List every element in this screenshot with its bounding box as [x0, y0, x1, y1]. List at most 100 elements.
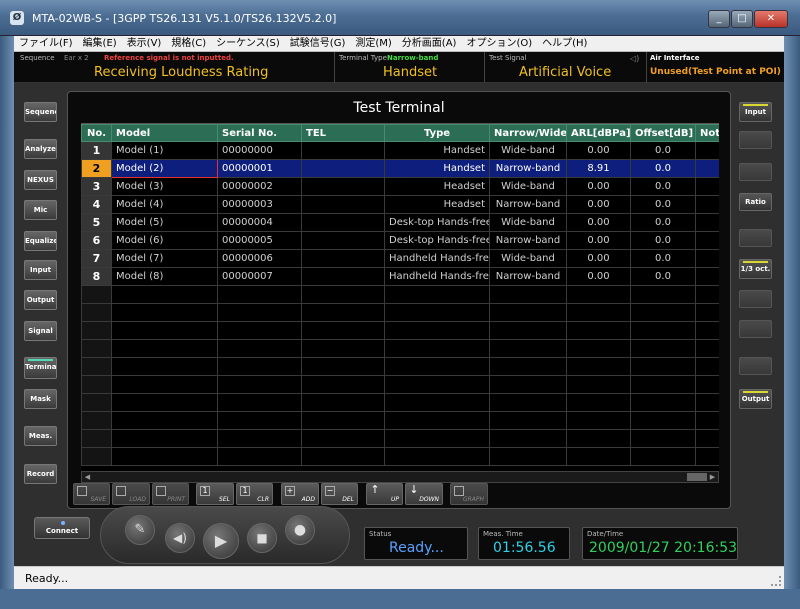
- cell-model[interactable]: Model (3): [111, 177, 218, 196]
- cell-offset[interactable]: 0.0: [630, 231, 696, 250]
- cell-arl[interactable]: 8.91: [566, 159, 631, 178]
- cell-type[interactable]: Handheld Hands-free: [384, 249, 490, 268]
- nav-mask-button[interactable]: Mask: [24, 389, 57, 409]
- nav-output-button[interactable]: Output: [24, 290, 57, 310]
- col-header-serial[interactable]: Serial No.: [217, 124, 302, 142]
- ratio-button[interactable]: Ratio: [739, 193, 772, 211]
- cell-model[interactable]: Model (4): [111, 195, 218, 214]
- cell-band[interactable]: Narrow-band: [489, 267, 567, 286]
- cell-band[interactable]: Wide-band: [489, 141, 567, 160]
- cell-band[interactable]: Narrow-band: [489, 159, 567, 178]
- cell-no[interactable]: 5: [81, 213, 112, 232]
- up-button[interactable]: ↑ UP: [366, 483, 403, 505]
- scroll-thumb[interactable]: [687, 473, 707, 481]
- cell-tel[interactable]: [301, 177, 385, 196]
- cell-serial[interactable]: 00000005: [217, 231, 302, 250]
- table-row[interactable]: 2 Model (2) 00000001 Handset Narrow-band 8.91…: [81, 159, 719, 178]
- menu-options[interactable]: オプション(O): [461, 36, 537, 52]
- save-button[interactable]: SAVE: [73, 483, 110, 505]
- cell-model[interactable]: Model (1): [111, 141, 218, 160]
- cell-serial[interactable]: 00000004: [217, 213, 302, 232]
- menu-analysis[interactable]: 分析画面(A): [397, 36, 462, 52]
- cell-arl[interactable]: 0.00: [566, 141, 631, 160]
- stop-icon[interactable]: ■: [247, 523, 277, 553]
- cell-arl[interactable]: 0.00: [566, 249, 631, 268]
- cell-serial[interactable]: 00000007: [217, 267, 302, 286]
- menu-standard[interactable]: 規格(C): [166, 36, 211, 52]
- cell-model[interactable]: Model (2): [111, 159, 218, 178]
- cell-note[interactable]: [695, 177, 719, 196]
- cell-note[interactable]: [695, 213, 719, 232]
- table-row[interactable]: 1 Model (1) 00000000 Handset Wide-band 0.00 0.…: [81, 141, 719, 160]
- table-row[interactable]: 3 Model (3) 00000002 Headset Wide-band 0.00 0.…: [81, 177, 719, 196]
- nav-equalizer-button[interactable]: Equalizer: [24, 231, 57, 251]
- cell-model[interactable]: Model (6): [111, 231, 218, 250]
- menu-sequence[interactable]: シーケンス(S): [211, 36, 285, 52]
- cell-serial[interactable]: 00000003: [217, 195, 302, 214]
- cell-note[interactable]: [695, 267, 719, 286]
- select-button[interactable]: 1 SEL: [196, 483, 234, 505]
- cell-band[interactable]: Wide-band: [489, 249, 567, 268]
- close-button[interactable]: ✕: [754, 10, 788, 28]
- third-octave-button[interactable]: 1/3 oct.: [739, 259, 772, 279]
- add-button[interactable]: + ADD: [281, 483, 319, 505]
- cell-no[interactable]: 2: [81, 159, 112, 178]
- nav-signal-button[interactable]: Signal: [24, 321, 57, 341]
- menu-help[interactable]: ヘルプ(H): [537, 36, 592, 52]
- cell-offset[interactable]: 0.0: [630, 249, 696, 268]
- right-slot-5-button[interactable]: [739, 320, 772, 338]
- cell-type[interactable]: Desk-top Hands-free: [384, 213, 490, 232]
- menu-test-signal[interactable]: 試験信号(G): [285, 36, 351, 52]
- col-header-no[interactable]: No.: [81, 124, 112, 142]
- minimize-button[interactable]: _: [708, 10, 730, 28]
- cell-note[interactable]: [695, 141, 719, 160]
- cell-type[interactable]: Handset: [384, 141, 490, 160]
- nav-input-button[interactable]: Input: [24, 260, 57, 280]
- cell-type[interactable]: Handset: [384, 159, 490, 178]
- table-row[interactable]: 8 Model (8) 00000007 Handheld Hands-free Nar…: [81, 267, 719, 286]
- nav-record-button[interactable]: Record: [24, 464, 57, 484]
- table-row[interactable]: 7 Model (7) 00000006 Handheld Hands-free Wid…: [81, 249, 719, 268]
- connect-button[interactable]: Connect: [34, 517, 90, 539]
- cell-tel[interactable]: [301, 141, 385, 160]
- cell-serial[interactable]: 00000001: [217, 159, 302, 178]
- load-button[interactable]: LOAD: [112, 483, 150, 505]
- menu-edit[interactable]: 編集(E): [78, 36, 122, 52]
- cell-arl[interactable]: 0.00: [566, 267, 631, 286]
- maximize-button[interactable]: □: [731, 10, 753, 28]
- nav-mic-button[interactable]: Mic: [24, 200, 57, 220]
- cell-type[interactable]: Headset: [384, 195, 490, 214]
- cell-arl[interactable]: 0.00: [566, 231, 631, 250]
- cell-arl[interactable]: 0.00: [566, 213, 631, 232]
- output-b-button[interactable]: Output B: [739, 389, 772, 409]
- cell-type[interactable]: Desk-top Hands-free: [384, 231, 490, 250]
- cell-model[interactable]: Model (5): [111, 213, 218, 232]
- nav-nexus-button[interactable]: NEXUS: [24, 170, 57, 190]
- col-header-tel[interactable]: TEL: [301, 124, 385, 142]
- right-slot-3-button[interactable]: [739, 229, 772, 247]
- microphone-icon[interactable]: ✎: [125, 515, 155, 545]
- table-row[interactable]: 6 Model (6) 00000005 Desk-top Hands-free Nar…: [81, 231, 719, 250]
- cell-band[interactable]: Wide-band: [489, 213, 567, 232]
- cell-tel[interactable]: [301, 213, 385, 232]
- cell-arl[interactable]: 0.00: [566, 195, 631, 214]
- col-header-arl[interactable]: ARL[dBPa]: [566, 124, 631, 142]
- title-bar[interactable]: Ø MTA-02WB-S - [3GPP TS26.131 V5.1.0/TS2…: [0, 0, 800, 36]
- resize-grip-icon[interactable]: [771, 576, 781, 586]
- nav-meas-button[interactable]: Meas.: [24, 426, 57, 446]
- cell-no[interactable]: 8: [81, 267, 112, 286]
- table-row[interactable]: 5 Model (5) 00000004 Desk-top Hands-free Wid…: [81, 213, 719, 232]
- cell-tel[interactable]: [301, 267, 385, 286]
- cell-type[interactable]: Headset: [384, 177, 490, 196]
- record-icon[interactable]: ●: [285, 515, 315, 545]
- play-icon[interactable]: ▶: [203, 523, 239, 559]
- cell-model[interactable]: Model (8): [111, 267, 218, 286]
- col-header-type[interactable]: Type: [384, 124, 490, 142]
- app-logo-icon[interactable]: Ø: [10, 11, 24, 25]
- cell-tel[interactable]: [301, 195, 385, 214]
- cell-no[interactable]: 3: [81, 177, 112, 196]
- graph-button[interactable]: GRAPH: [450, 483, 488, 505]
- cell-arl[interactable]: 0.00: [566, 177, 631, 196]
- col-header-offset[interactable]: Offset[dB]: [630, 124, 696, 142]
- clear-button[interactable]: 1 CLR: [236, 483, 273, 505]
